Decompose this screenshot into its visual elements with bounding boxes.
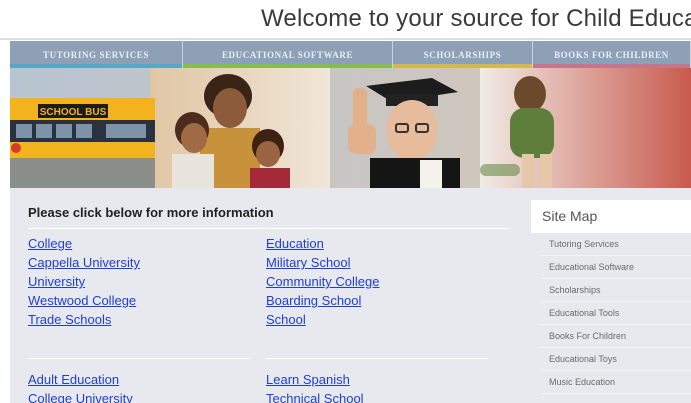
nav-tab-scholarships[interactable]: SCHOLARSHIPS <box>393 41 533 68</box>
top-nav: TUTORING SERVICES EDUCATIONAL SOFTWARE S… <box>10 41 691 68</box>
links-column-right: Education Military School Community Coll… <box>266 234 379 329</box>
site-map-item-educational-tools[interactable]: Educational Tools <box>541 302 691 325</box>
link-boarding-school[interactable]: Boarding School <box>266 291 379 310</box>
page-title: Welcome to your source for Child Educati <box>261 5 691 32</box>
link-college[interactable]: College <box>28 234 140 253</box>
link-learn-spanish[interactable]: Learn Spanish <box>266 370 364 389</box>
site-map-item-educational-toys[interactable]: Educational Toys <box>541 348 691 371</box>
section-divider <box>28 358 250 359</box>
section-divider <box>266 358 488 359</box>
nav-tab-label: SCHOLARSHIPS <box>423 49 502 60</box>
nav-tab-educational-software[interactable]: EDUCATIONAL SOFTWARE <box>183 41 393 68</box>
link-community-college[interactable]: Community College <box>266 272 379 291</box>
hero-banner: SCHOOL BUS <box>10 68 691 188</box>
nav-tab-label: EDUCATIONAL SOFTWARE <box>221 49 354 60</box>
site-map-list: Tutoring Services Educational Software S… <box>541 233 691 394</box>
nav-tab-tutoring-services[interactable]: TUTORING SERVICES <box>10 41 183 68</box>
links-column-right-2: Learn Spanish Technical School <box>266 370 364 403</box>
header-divider <box>0 38 691 40</box>
main-content: Please click below for more information … <box>10 188 691 403</box>
nav-tab-label: TUTORING SERVICES <box>43 49 149 60</box>
site-map-item-music-education[interactable]: Music Education <box>541 371 691 394</box>
bus-sign-text: SCHOOL BUS <box>40 107 107 118</box>
page-header: Welcome to your source for Child Educati <box>0 0 691 40</box>
info-links-panel: Please click below for more information … <box>10 188 520 403</box>
link-school[interactable]: School <box>266 310 379 329</box>
link-college-university[interactable]: College University <box>28 389 133 403</box>
site-map-item-scholarships[interactable]: Scholarships <box>541 279 691 302</box>
school-bus-image: SCHOOL BUS <box>10 98 155 188</box>
link-technical-school[interactable]: Technical School <box>266 389 364 403</box>
links-column-left-2: Adult Education College University <box>28 370 133 403</box>
site-map-item-educational-software[interactable]: Educational Software <box>541 256 691 279</box>
banner-photo-collage: SCHOOL BUS <box>10 68 691 188</box>
link-adult-education[interactable]: Adult Education <box>28 370 133 389</box>
link-cappella-university[interactable]: Cappella University <box>28 253 140 272</box>
link-military-school[interactable]: Military School <box>266 253 379 272</box>
links-column-left: College Cappella University University W… <box>28 234 140 329</box>
site-map-title: Site Map <box>531 200 691 233</box>
link-university[interactable]: University <box>28 272 140 291</box>
site-map-item-books-for-children[interactable]: Books For Children <box>541 325 691 348</box>
link-trade-schools[interactable]: Trade Schools <box>28 310 140 329</box>
nav-tab-label: BOOKS FOR CHILDREN <box>554 49 669 60</box>
section-divider <box>28 228 510 229</box>
link-westwood-college[interactable]: Westwood College <box>28 291 140 310</box>
nav-tab-books-for-children[interactable]: BOOKS FOR CHILDREN <box>533 41 691 68</box>
link-education[interactable]: Education <box>266 234 379 253</box>
section-title: Please click below for more information <box>28 205 274 220</box>
site-map-panel: Site Map Tutoring Services Educational S… <box>531 200 691 403</box>
site-map-item-tutoring-services[interactable]: Tutoring Services <box>541 233 691 256</box>
